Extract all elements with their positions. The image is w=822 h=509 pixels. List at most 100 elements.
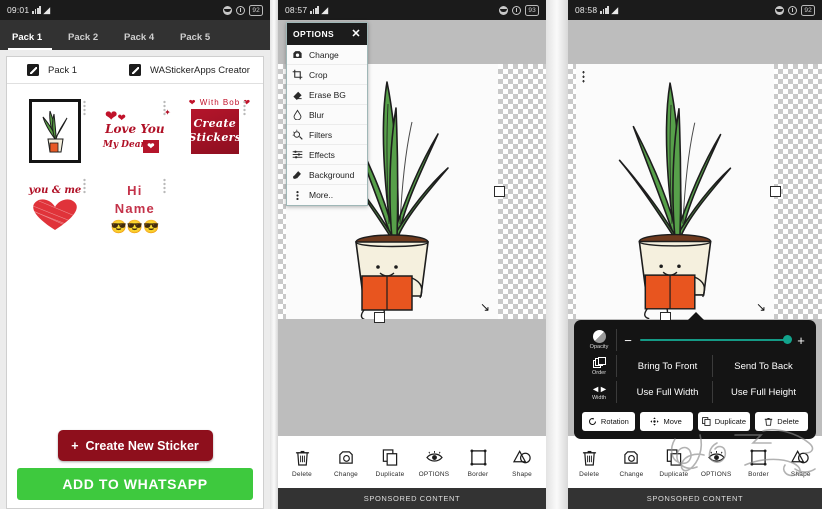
you-and-me-heart-sticker[interactable]: you & me	[23, 185, 87, 233]
toolbar-shape-p2[interactable]: Shape	[500, 446, 544, 478]
tab-pack-1[interactable]: Pack 1	[6, 32, 62, 50]
corner-resize-arrow-icon[interactable]: ↘	[756, 301, 766, 313]
trash-icon	[295, 450, 309, 466]
tab-pack-2[interactable]: Pack 2	[62, 32, 118, 50]
toolbar-border-p3[interactable]: Border	[737, 446, 779, 478]
plant-in-frame-sticker[interactable]	[28, 99, 81, 163]
opacity-control[interactable]: Opacity	[582, 330, 616, 350]
sticker-cell-plant[interactable]	[15, 92, 95, 170]
delete-button[interactable]: Delete	[755, 412, 808, 431]
pack-name-cell[interactable]: Pack 1	[7, 64, 125, 76]
options-item-effects[interactable]: Effects	[287, 145, 367, 165]
sticker-drag-handle[interactable]	[82, 178, 86, 194]
hi-name-sticker[interactable]: Hi Name 😎😎😎	[111, 182, 160, 236]
use-full-width-button[interactable]: Use Full Width	[623, 387, 712, 398]
send-to-back-button[interactable]: Send To Back	[719, 361, 808, 372]
sticker-drag-handle[interactable]	[242, 100, 246, 116]
resize-handle-bottom[interactable]	[374, 312, 385, 323]
opacity-slider[interactable]: − +	[623, 334, 808, 347]
pencil-edit-icon[interactable]	[129, 64, 141, 76]
tab-pack-5[interactable]: Pack 5	[174, 32, 230, 50]
pack-author-cell[interactable]: WAStickerApps Creator	[125, 64, 250, 76]
toolbar-label: Duplicate	[659, 471, 689, 478]
create-stickers-sticker[interactable]: Create Stickers	[188, 108, 241, 154]
close-icon[interactable]: ✕	[351, 28, 361, 40]
opacity-knob[interactable]	[783, 335, 792, 345]
you-and-me-text: you & me	[28, 185, 82, 196]
sticker-drag-handle[interactable]	[162, 100, 166, 116]
options-item-label: Crop	[309, 69, 328, 80]
toolbar-duplicate-p3[interactable]: Duplicate	[653, 446, 695, 478]
sheet-caret	[687, 312, 705, 321]
move-button[interactable]: Move	[639, 412, 693, 431]
options-popup: OPTIONS ✕ Change Crop Erase BG Blur Filt…	[286, 22, 368, 206]
options-item-blur[interactable]: Blur	[287, 105, 367, 125]
pack-name: Pack 1	[48, 64, 78, 76]
options-item-more[interactable]: More..	[287, 185, 367, 205]
more-vertical-icon	[296, 190, 299, 200]
resize-handle-right[interactable]	[494, 186, 505, 197]
toolbar-change-p3[interactable]: Change	[610, 446, 652, 478]
sticker-drag-handle[interactable]	[82, 100, 86, 116]
sticker-cell-create-stickers[interactable]: ❤ With Bob ❤ Create Stickers	[175, 92, 255, 170]
options-item-label: Effects	[309, 149, 335, 160]
love-you-line2: My Dear	[102, 140, 146, 150]
create-new-sticker-button[interactable]: + Create New Sticker	[57, 430, 213, 461]
options-item-background[interactable]: Background	[287, 165, 367, 185]
toolbar-duplicate-p2[interactable]: Duplicate	[368, 446, 412, 478]
shape-icon	[512, 450, 531, 464]
options-item-crop[interactable]: Crop	[287, 65, 367, 85]
toolbar-shape-p3[interactable]: Shape	[780, 446, 822, 478]
alarm-icon	[788, 5, 798, 15]
move-icon	[650, 417, 660, 426]
toolbar-border-p2[interactable]: Border	[456, 446, 500, 478]
potted-plant-reading-book-sticker	[618, 82, 732, 320]
opacity-track[interactable]	[640, 335, 792, 345]
toolbar-change-p2[interactable]: Change	[324, 446, 368, 478]
pencil-edit-icon[interactable]	[27, 64, 39, 76]
options-item-label: Filters	[309, 129, 333, 140]
battery-level: 92	[801, 4, 815, 16]
tab-pack-4[interactable]: Pack 4	[118, 32, 174, 50]
layers-order-icon	[592, 356, 606, 369]
phone-panel-sticker-pack: 09:01 ◢ 92 Pack 1 Pack 2 Pack 4 Pack 5 P…	[0, 0, 270, 509]
love-you-sticker[interactable]: ❤❤ ✦ Love You My Dear ❤	[99, 109, 171, 153]
options-item-label: Change	[309, 49, 339, 60]
rotation-button[interactable]: Rotation	[582, 412, 635, 431]
background-icon	[293, 171, 301, 179]
resize-handle-right[interactable]	[770, 186, 781, 197]
bring-to-front-button[interactable]: Bring To Front	[623, 361, 712, 372]
opacity-label: Opacity	[589, 344, 609, 350]
use-full-height-button[interactable]: Use Full Height	[719, 387, 808, 398]
rotate-icon	[588, 417, 596, 425]
options-item-filters[interactable]: Filters	[287, 125, 367, 145]
wifi-icon: ◢	[611, 4, 619, 15]
editor-canvas-p3[interactable]: ↘	[568, 64, 822, 323]
sticker-cell-you-and-me[interactable]: you & me	[15, 170, 95, 248]
battery-level: 92	[249, 4, 263, 16]
sticker-drag-handle[interactable]	[582, 70, 585, 83]
sticker-cell-hi-name[interactable]: Hi Name 😎😎😎	[95, 170, 175, 248]
add-to-whatsapp-button[interactable]: ADD TO WHATSAPP	[17, 468, 253, 500]
toolbar-delete-p2[interactable]: Delete	[280, 446, 324, 478]
toolbar-delete-p3[interactable]: Delete	[568, 446, 610, 478]
options-item-erase-bg[interactable]: Erase BG	[287, 85, 367, 105]
opacity-decrease-button[interactable]: −	[623, 334, 633, 347]
opacity-increase-button[interactable]: +	[796, 334, 806, 347]
sticker-cell-love-you[interactable]: ❤❤ ✦ Love You My Dear ❤	[95, 92, 175, 170]
change-image-icon	[338, 450, 353, 464]
plus-icon: +	[71, 438, 79, 453]
sticker-drag-handle[interactable]	[162, 178, 166, 194]
width-control[interactable]: ◄► Width	[582, 384, 616, 401]
duplicate-icon	[666, 448, 682, 466]
pack-author: WAStickerApps Creator	[150, 64, 250, 76]
duplicate-button[interactable]: Duplicate	[697, 412, 751, 431]
corner-resize-arrow-icon[interactable]: ↘	[480, 301, 490, 313]
order-control[interactable]: Order	[582, 356, 616, 376]
signal-bars-icon	[32, 6, 41, 14]
options-item-change[interactable]: Change	[287, 45, 367, 65]
toolbar-options-p2[interactable]: OPTIONS	[412, 446, 456, 478]
artwork-bounds[interactable]	[576, 64, 774, 320]
toolbar-options-p3[interactable]: OPTIONS	[695, 446, 737, 478]
editor-body-p2: ↘ OPTIONS ✕ Change Crop Erase BG Blur Fi…	[278, 20, 546, 509]
